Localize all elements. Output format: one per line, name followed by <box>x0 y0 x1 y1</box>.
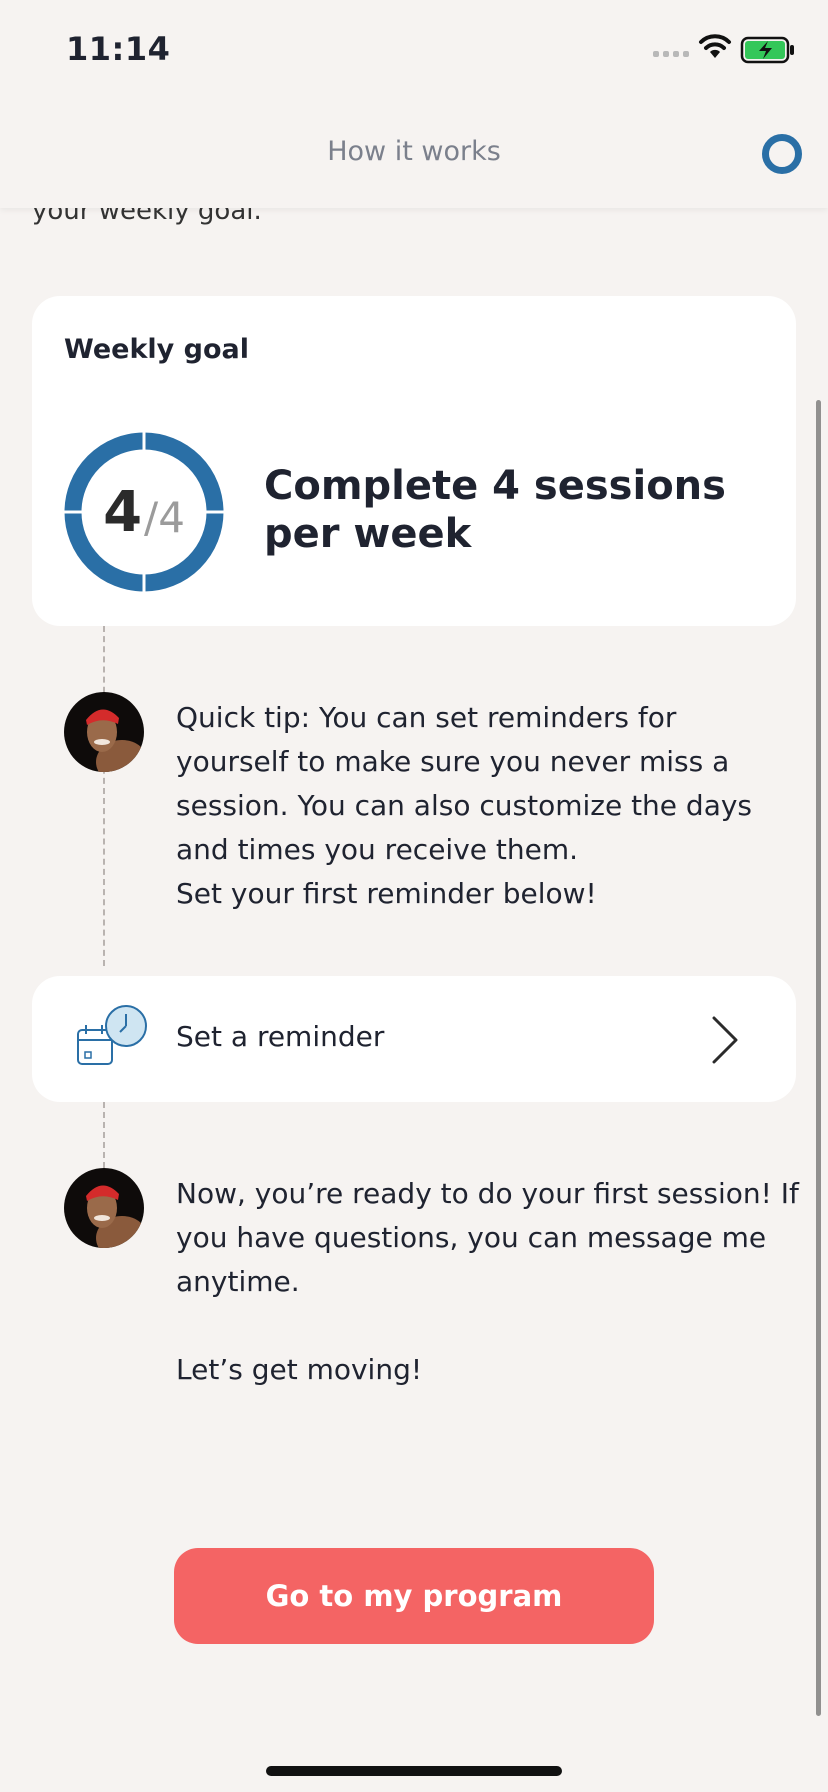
scrollbar[interactable] <box>816 400 821 1716</box>
weekly-goal-count: 4/4 <box>64 432 224 592</box>
top-nav-bar: How it works <box>0 96 828 208</box>
sessions-completed: 4 <box>103 479 143 545</box>
battery-charging-icon <box>740 36 794 64</box>
calendar-clock-icon <box>77 1005 147 1065</box>
coach-message: Now, you’re ready to do your first sessi… <box>176 1177 799 1386</box>
weekly-goal-card: Weekly goal 4/4 Complete 4 sessions per … <box>32 296 796 626</box>
sessions-total: /4 <box>144 492 185 542</box>
set-reminder-label: Set a reminder <box>176 1020 385 1053</box>
coach-avatar <box>64 1168 144 1248</box>
coach-avatar <box>64 692 144 772</box>
wifi-icon <box>699 34 731 58</box>
cellular-signal-icon <box>653 51 689 57</box>
coach-message: Quick tip: You can set reminders for you… <box>176 701 753 910</box>
progress-ring-icon[interactable] <box>762 134 802 174</box>
set-reminder-card[interactable]: Set a reminder <box>32 976 796 1102</box>
home-indicator <box>266 1766 562 1776</box>
weekly-goal-label: Weekly goal <box>64 334 250 365</box>
chevron-right-icon <box>712 1016 738 1064</box>
status-time: 11:14 <box>66 30 171 68</box>
status-bar: 11:14 <box>0 0 828 96</box>
timeline-connector <box>103 626 105 966</box>
go-to-program-button[interactable]: Go to my program <box>174 1548 654 1644</box>
page-title: How it works <box>327 136 501 167</box>
weekly-goal-description: Complete 4 sessions per week <box>264 463 726 557</box>
timeline-connector <box>103 1102 105 1168</box>
